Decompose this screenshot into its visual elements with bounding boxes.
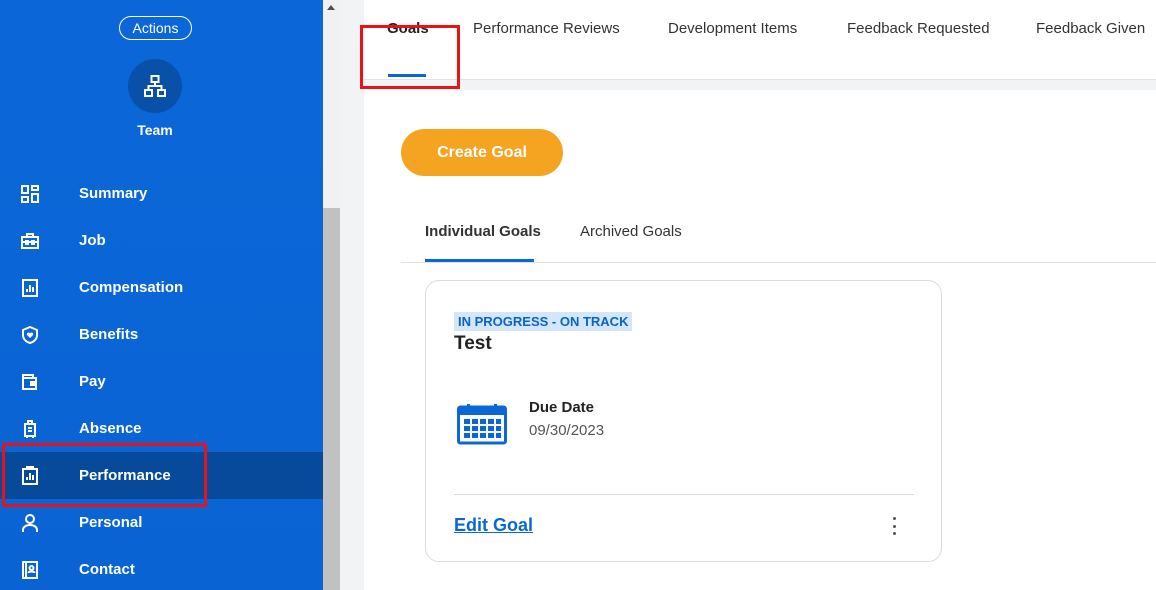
due-date-label: Due Date: [529, 399, 595, 416]
team-button[interactable]: [128, 59, 182, 113]
active-subtab-indicator: [425, 259, 534, 262]
sidebar-item-label: Job: [79, 232, 106, 249]
sidebar-item-contact[interactable]: Contact: [0, 546, 323, 590]
tab-feedback-requested[interactable]: Feedback Requested: [847, 0, 990, 57]
sidebar-item-label: Absence: [79, 420, 142, 437]
edit-goal-link[interactable]: Edit Goal: [454, 515, 533, 536]
sidebar-item-label: Contact: [79, 561, 135, 578]
scroll-up-arrow-icon[interactable]: [327, 5, 335, 10]
team-label: Team: [137, 122, 173, 138]
card-divider: [454, 494, 914, 495]
scrollbar-thumb[interactable]: [323, 208, 340, 590]
sidebar-item-label: Benefits: [79, 326, 139, 343]
clipboard-chart-icon: [22, 465, 38, 485]
sidebar-item-absence[interactable]: Absence: [0, 405, 323, 452]
sidebar-item-performance[interactable]: Performance: [0, 452, 323, 499]
sidebar-item-label: Performance: [79, 467, 171, 484]
sidebar-scrollbar[interactable]: [323, 0, 340, 590]
luggage-icon: [24, 419, 36, 438]
goal-subtabs: Individual Goals Archived Goals: [401, 208, 1156, 263]
calendar-icon: [457, 404, 507, 445]
sidebar-item-label: Personal: [79, 514, 143, 531]
tab-development-items[interactable]: Development Items: [668, 0, 797, 57]
tabs-separator: [364, 80, 1156, 90]
more-options-icon[interactable]: [886, 515, 902, 537]
tab-feedback-given[interactable]: Feedback Given: [1036, 0, 1145, 57]
sidebar: Actions Team Summary Job Compensation Be…: [0, 0, 323, 590]
sidebar-nav: Summary Job Compensation Benefits Pay Ab…: [0, 170, 323, 590]
sidebar-item-label: Summary: [79, 185, 148, 202]
sidebar-item-compensation[interactable]: Compensation: [0, 264, 323, 311]
subtab-individual-goals[interactable]: Individual Goals: [425, 208, 541, 254]
sidebar-item-label: Pay: [79, 373, 106, 390]
briefcase-icon: [21, 232, 39, 249]
main-content: Goals Performance Reviews Development It…: [340, 0, 1156, 590]
contact-book-icon: [22, 560, 38, 579]
tab-goals[interactable]: Goals: [387, 0, 429, 57]
person-icon: [22, 513, 38, 532]
due-date-value: 09/30/2023: [529, 422, 605, 439]
dashboard-icon: [21, 184, 39, 203]
sidebar-item-pay[interactable]: Pay: [0, 358, 323, 405]
shield-heart-icon: [22, 325, 38, 344]
sidebar-item-personal[interactable]: Personal: [0, 499, 323, 546]
compensation-icon: [22, 278, 38, 297]
goal-card: IN PROGRESS - ON TRACK Test Due Date 09/…: [425, 280, 942, 562]
sidebar-item-label: Compensation: [79, 279, 184, 296]
actions-button[interactable]: Actions: [119, 16, 192, 40]
create-goal-button[interactable]: Create Goal: [401, 129, 563, 176]
status-badge: IN PROGRESS - ON TRACK: [454, 312, 633, 331]
sidebar-item-benefits[interactable]: Benefits: [0, 311, 323, 358]
sidebar-item-summary[interactable]: Summary: [0, 170, 323, 217]
active-tab-indicator: [388, 74, 426, 77]
tab-performance-reviews[interactable]: Performance Reviews: [473, 0, 620, 57]
subtab-archived-goals[interactable]: Archived Goals: [580, 208, 682, 254]
goal-title: Test: [454, 333, 492, 354]
org-chart-icon: [144, 75, 166, 97]
sidebar-item-job[interactable]: Job: [0, 217, 323, 264]
wallet-icon: [22, 373, 37, 390]
